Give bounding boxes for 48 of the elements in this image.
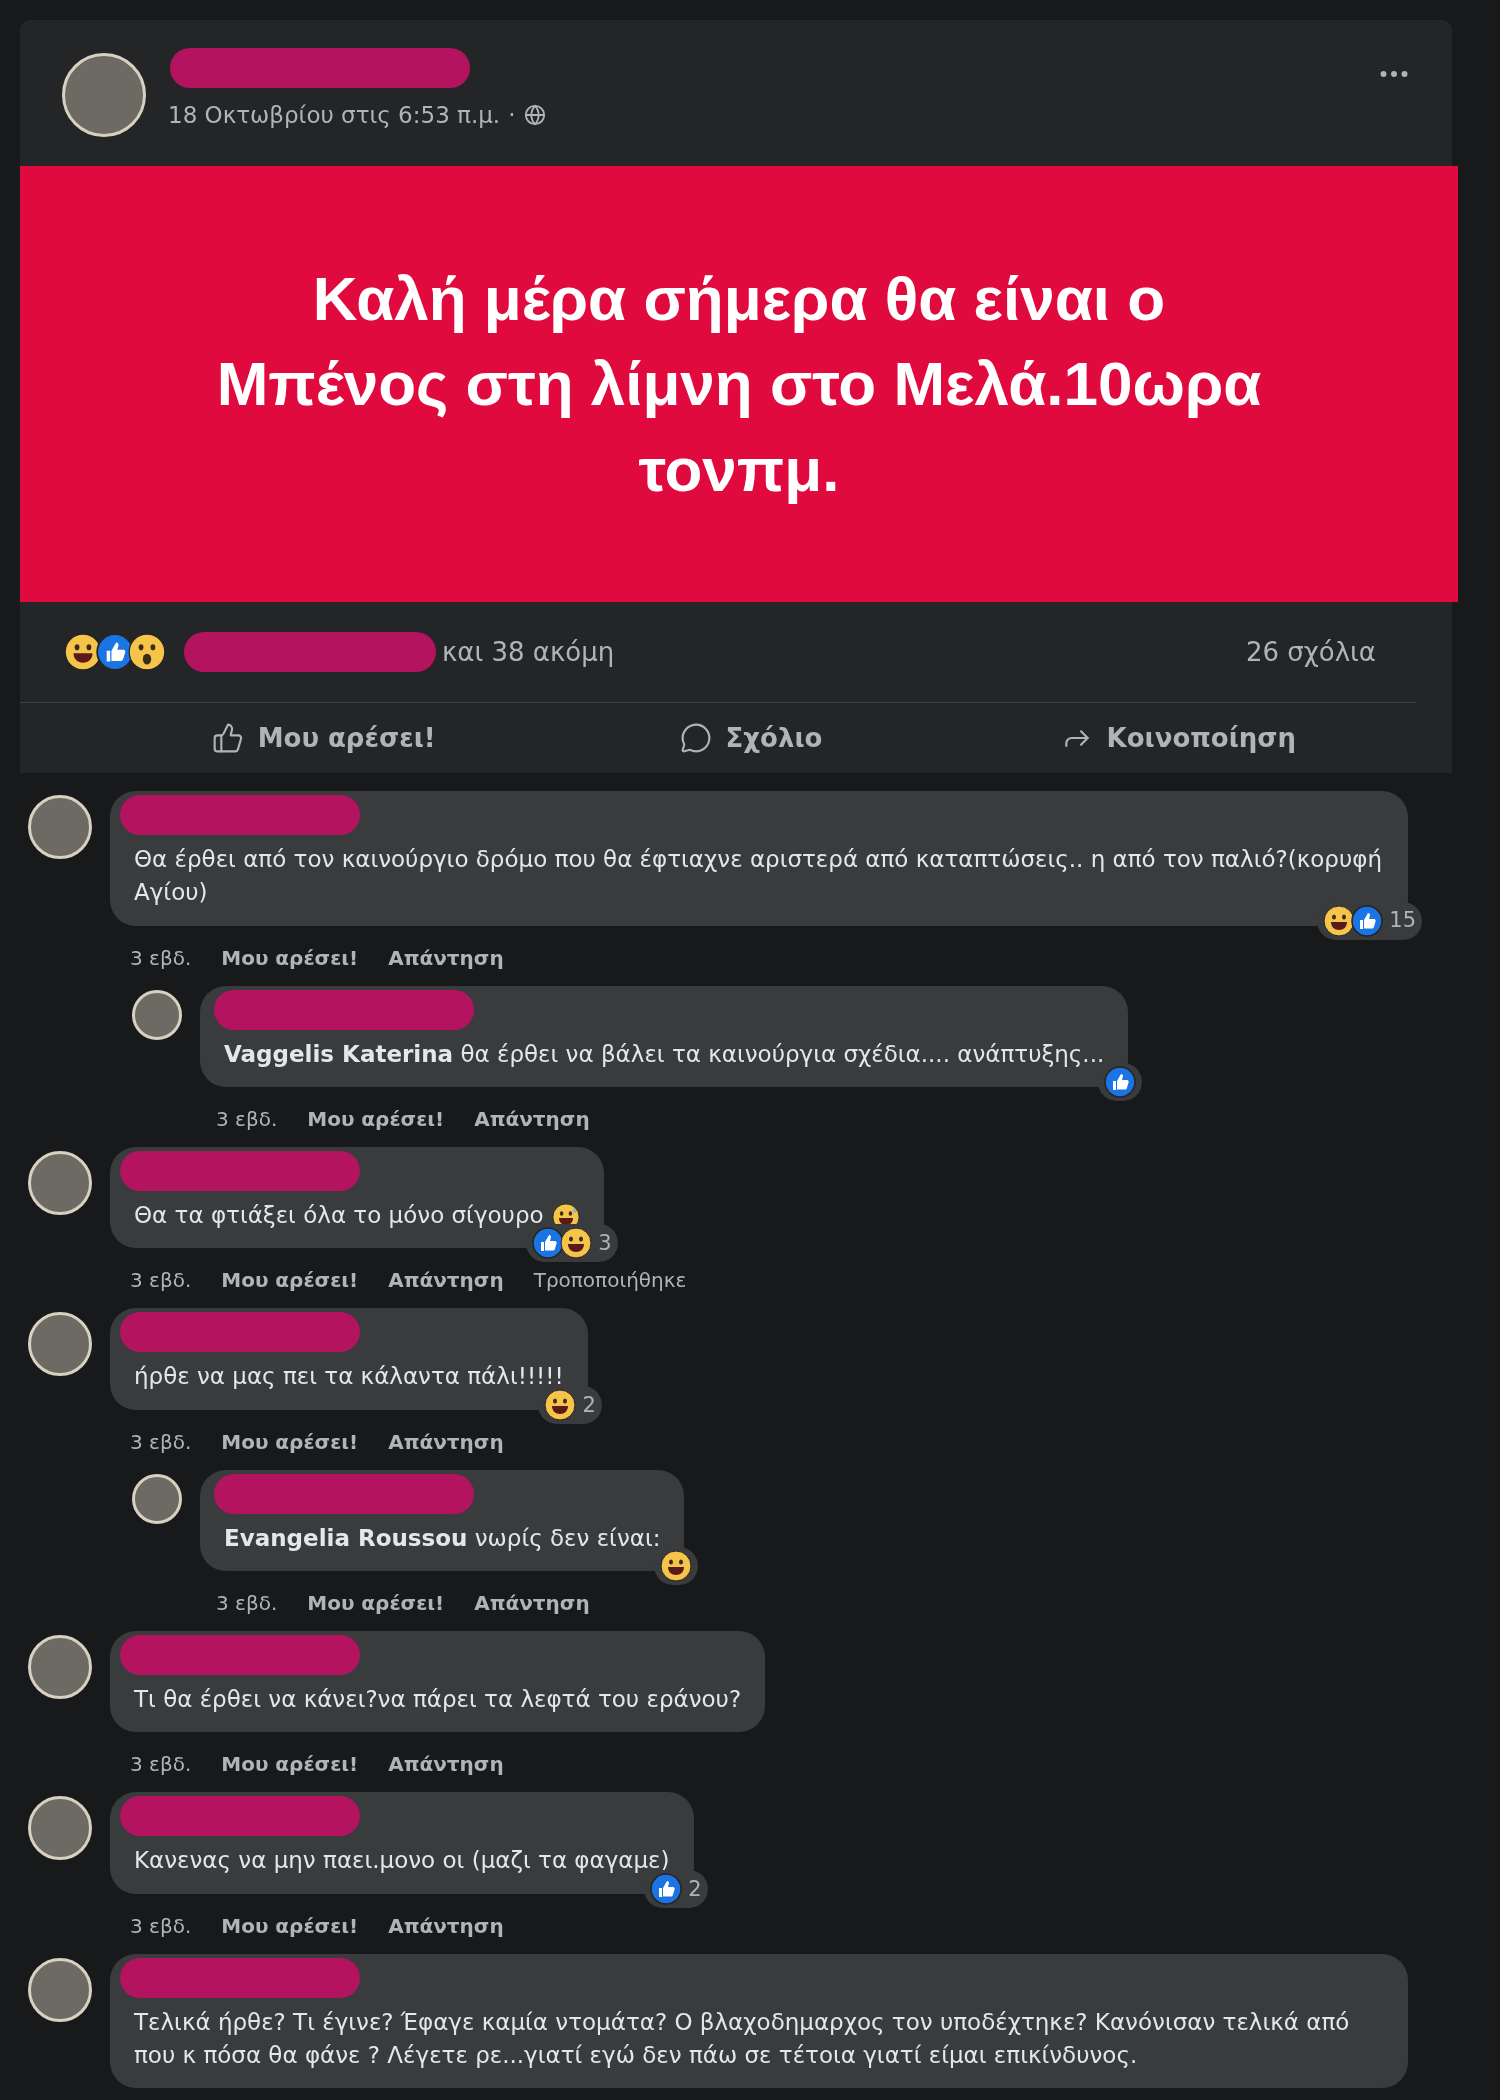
comment-time[interactable]: 3 εβδ. [130, 1913, 192, 1938]
reply-link[interactable]: Απάντηση [388, 945, 504, 970]
reaction-badge[interactable]: 2 [538, 1385, 602, 1424]
reply-link[interactable]: Απάντηση [388, 1429, 504, 1454]
reaction-count: 3 [598, 1230, 612, 1258]
reaction-count: 2 [582, 1391, 596, 1419]
comment-count[interactable]: 26 σχόλια [1245, 637, 1376, 667]
reaction-badge[interactable]: 15 [1317, 901, 1422, 940]
like-link[interactable]: Μου αρέσει! [221, 1268, 359, 1293]
like-link[interactable]: Μου αρέσει! [221, 1913, 359, 1938]
like-link[interactable]: Μου αρέσει! [307, 1591, 445, 1616]
reply-link[interactable]: Απάντηση [388, 1913, 504, 1938]
like-link[interactable]: Μου αρέσει! [221, 1429, 359, 1454]
like-link[interactable]: Μου αρέσει! [221, 945, 359, 970]
comment-time[interactable]: 3 εβδ. [216, 1591, 278, 1616]
reply-link[interactable]: Απάντηση [474, 1107, 590, 1132]
speech-bubble-icon [679, 722, 712, 754]
comment-time[interactable]: 3 εβδ. [216, 1107, 278, 1132]
comment-text: Τι θα έρθει να κάνει?να πάρει τα λεφτά του εράνου? [134, 1686, 742, 1713]
reply-link[interactable]: Απάντηση [474, 1591, 590, 1616]
edited-label: Τροποποιήθηκε [533, 1268, 687, 1293]
commenter-avatar[interactable] [132, 1473, 182, 1524]
comment-text: Evangelia Roussou νωρίς δεν είναι: [224, 1524, 661, 1551]
separator-dot: · [508, 102, 516, 128]
comment-text: Vaggelis Katerina θα έρθει να βάλει τα καινούργια σχέδια.... ανάπτυξης... [224, 1040, 1105, 1067]
commenter-avatar[interactable] [28, 795, 92, 859]
globe-icon [523, 104, 546, 126]
reaction-badge[interactable]: 3 [526, 1224, 618, 1263]
post-timestamp[interactable]: 18 Οκτωβρίου στις 6:53 π.μ. [168, 102, 501, 128]
comment-time[interactable]: 3 εβδ. [130, 1752, 192, 1777]
commenter-avatar[interactable] [132, 989, 182, 1040]
reaction-count: 2 [688, 1875, 702, 1903]
banner-text: Καλή μέρα σήμερα θα είναι ο Μπένος στη λίμνη στο Μελά.10ωρα τονπμ. [215, 262, 1263, 506]
share-action-button[interactable]: Κοινοποίηση [1050, 716, 1307, 760]
like-action-button[interactable]: Μου αρέσει! [201, 716, 446, 760]
reaction-badge[interactable]: 2 [644, 1869, 708, 1908]
comment-action-button[interactable]: Σχόλιο [669, 716, 833, 760]
comment-time[interactable]: 3 εβδ. [130, 945, 192, 970]
reaction-count: 15 [1389, 907, 1416, 935]
like-link[interactable]: Μου αρέσει! [221, 1752, 359, 1777]
comment-text: Τελικά ήρθε? Τι έγινε? Έφαγε καμία ντομάτα? Ο βλαχοδημαρχος τον υποδέχτηκε? Κανόνισαν τελικά από που κ πόσα θα φάνε ? Λέγετε ρε...γιατί εγώ δεν πάω σε τέτοια γιατί είμαι επικίνδυνος. [134, 2008, 1350, 2069]
reactors-count[interactable]: και 38 ακόμη [442, 637, 615, 667]
reply-link[interactable]: Απάντηση [388, 1752, 504, 1777]
like-link[interactable]: Μου αρέσει! [307, 1107, 445, 1132]
reply-link[interactable]: Απάντηση [388, 1268, 504, 1293]
comment-time[interactable]: 3 εβδ. [130, 1429, 192, 1454]
comment-time[interactable]: 3 εβδ. [130, 1268, 192, 1293]
thumbs-up-icon [211, 722, 244, 754]
